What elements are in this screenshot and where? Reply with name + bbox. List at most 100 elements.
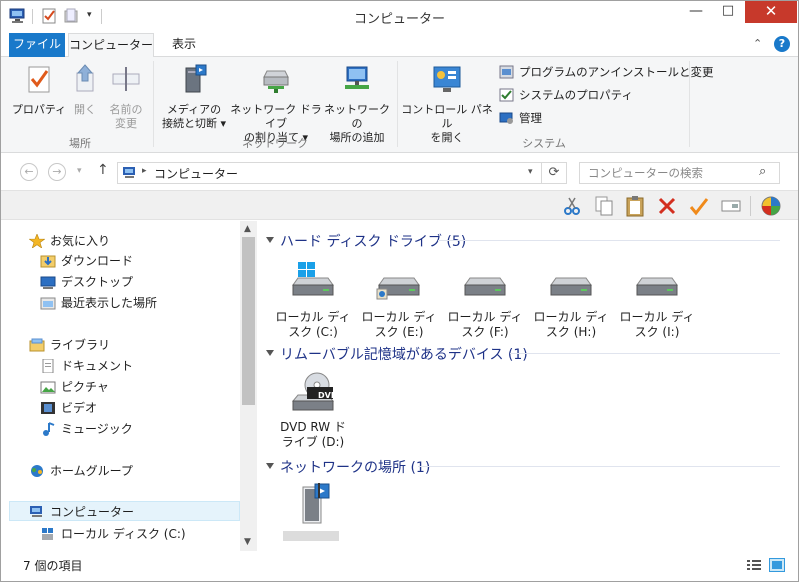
content-pane: ハード ディスク ドライブ (5) ローカル ディ スク (C:) ローカル デ… <box>258 221 798 551</box>
help-icon[interactable]: ? <box>774 36 790 52</box>
drive-label-1: ローカル ディ <box>619 310 695 324</box>
tab-view[interactable]: 表示 <box>159 33 209 57</box>
manage-button[interactable]: 管理 <box>499 109 542 127</box>
downloads-folder-icon <box>40 255 56 268</box>
drive-label-1: ローカル ディ <box>533 310 609 324</box>
copy-icon[interactable] <box>593 195 615 217</box>
media-connect-label-2: 接続と切断 ▾ <box>161 117 227 130</box>
uninstall-programs-button[interactable]: プログラムのアンインストールと変更 <box>499 63 713 81</box>
command-toolbar <box>1 190 798 220</box>
group-label-network: ネットワーク <box>242 137 308 150</box>
item-count: 7 個の項目 <box>23 559 83 573</box>
properties-label: プロパティ <box>11 103 67 116</box>
paste-icon[interactable] <box>624 195 646 217</box>
drive-item[interactable]: ローカル ディ スク (I:) <box>617 261 697 340</box>
checkmark-icon[interactable] <box>688 195 710 217</box>
delete-icon[interactable] <box>656 195 678 217</box>
close-button[interactable]: ✕ <box>745 1 797 23</box>
maximize-button[interactable]: □ <box>713 1 743 23</box>
drive-item[interactable]: ローカル ディ スク (E:) <box>359 261 439 340</box>
nav-downloads-label: ダウンロード <box>61 254 134 268</box>
open-button[interactable]: 開く <box>67 63 103 117</box>
windows-drive-icon <box>292 262 334 296</box>
computer-icon <box>123 167 135 178</box>
desktop-icon <box>40 276 56 289</box>
rename-button[interactable]: 名前の 変更 <box>105 63 147 131</box>
drive-item[interactable]: ローカル ディ スク (H:) <box>531 261 611 340</box>
tab-computer[interactable]: コンピューター <box>68 33 154 58</box>
nav-videos-label: ビデオ <box>61 401 98 415</box>
video-icon <box>41 402 55 414</box>
nav-music-label: ミュージック <box>61 422 133 436</box>
drive-label-1: ローカル ディ <box>361 310 437 324</box>
scroll-down-icon[interactable]: ▼ <box>244 537 251 547</box>
map-network-drive-button[interactable]: ネットワーク ドライブ の割り当て ▾ <box>229 63 323 145</box>
breadcrumb-computer[interactable]: コンピューター <box>154 165 238 182</box>
refresh-button[interactable]: ⟳ <box>541 162 567 184</box>
media-connect-button[interactable]: メディアの 接続と切断 ▾ <box>159 63 229 131</box>
collapse-caret-icon[interactable] <box>266 350 274 356</box>
details-view-icon[interactable] <box>747 559 761 571</box>
customize-toolbar-icon[interactable] <box>760 195 782 217</box>
minimize-button[interactable]: — <box>681 1 711 23</box>
group-header-network[interactable]: ネットワークの場所 (1) <box>266 457 430 477</box>
control-panel-button[interactable]: コントロール パネル を開く <box>401 63 493 145</box>
address-dropdown-icon[interactable]: ▾ <box>528 167 533 177</box>
hard-drive-icon <box>636 277 678 296</box>
drive-label-2: スク (F:) <box>461 325 509 339</box>
manage-label: 管理 <box>519 111 542 125</box>
drive-label-1: ローカル ディ <box>447 310 523 324</box>
breadcrumb-separator-icon[interactable]: ▸ <box>142 166 147 176</box>
nav-libraries-label: ライブラリ <box>50 338 111 352</box>
recent-locations-icon[interactable]: ▾ <box>77 166 82 176</box>
system-properties-icon <box>499 88 514 102</box>
uninstall-label: プログラムのアンインストールと変更 <box>519 65 714 79</box>
network-drive-icon <box>263 70 289 93</box>
large-icons-view-icon[interactable] <box>769 558 785 572</box>
group-header-hdd[interactable]: ハード ディスク ドライブ (5) <box>266 231 466 251</box>
network-location-icon <box>345 66 369 89</box>
hard-drive-icon <box>376 277 420 300</box>
up-button[interactable]: ↑ <box>97 162 109 178</box>
navigation-pane: お気に入り ダウンロード デスクトップ 最近表示した場所 ライブラリ ドキュメン… <box>9 221 257 551</box>
group-divider-line <box>438 240 780 241</box>
search-input[interactable]: コンピューターの検索 <box>579 162 780 184</box>
address-bar[interactable]: ▸ コンピューター ▾ <box>117 162 567 184</box>
cut-icon[interactable] <box>561 195 583 217</box>
collapse-caret-icon[interactable] <box>266 463 274 469</box>
group-divider <box>397 61 398 147</box>
group-header-removable[interactable]: リムーバブル記憶域があるデバイス (1) <box>266 344 528 364</box>
properties-button[interactable]: プロパティ <box>11 63 67 117</box>
network-location-item[interactable] <box>273 483 353 541</box>
search-icon[interactable]: ⌕ <box>759 164 766 179</box>
drive-item[interactable]: ローカル ディ スク (C:) <box>273 261 353 340</box>
hard-drive-icon <box>550 277 592 296</box>
rename-toolbar-icon[interactable] <box>720 195 742 217</box>
add-network-location-button[interactable]: ネットワークの 場所の追加 <box>323 63 391 145</box>
drive-item[interactable]: ローカル ディ スク (F:) <box>445 261 525 340</box>
forward-button[interactable]: → <box>48 163 66 181</box>
back-button[interactable]: ← <box>20 163 38 181</box>
drive-label-1: ローカル ディ <box>275 310 351 324</box>
nav-documents-label: ドキュメント <box>61 359 134 373</box>
ribbon-collapse-icon[interactable]: ⌃ <box>753 37 762 50</box>
collapse-caret-icon[interactable] <box>266 237 274 243</box>
dvd-drive-item[interactable]: DVD DVD RW ド ライブ (D:) <box>273 371 353 450</box>
map-drive-label-1: ネットワーク ドライブ <box>230 103 322 130</box>
star-icon <box>29 234 45 248</box>
dvd-badge: DVD <box>318 391 338 400</box>
windows-drive-icon <box>42 528 53 540</box>
libraries-icon <box>29 338 45 352</box>
system-properties-label: システムのプロパティ <box>519 88 633 102</box>
scroll-up-icon[interactable]: ▲ <box>244 224 251 234</box>
nav-scroll-thumb[interactable] <box>242 237 255 405</box>
system-properties-button[interactable]: システムのプロパティ <box>499 86 633 104</box>
nav-homegroup-label: ホームグループ <box>50 464 133 478</box>
nav-scrollbar[interactable]: ▲ ▼ <box>240 221 257 551</box>
nav-local-c-label: ローカル ディスク (C:) <box>61 527 186 541</box>
properties-icon <box>28 66 50 93</box>
dvd-label-2: ライブ (D:) <box>281 435 345 449</box>
tab-file[interactable]: ファイル <box>9 33 65 57</box>
rename-label-1: 名前の <box>109 103 143 116</box>
nav-desktop-label: デスクトップ <box>61 275 134 289</box>
